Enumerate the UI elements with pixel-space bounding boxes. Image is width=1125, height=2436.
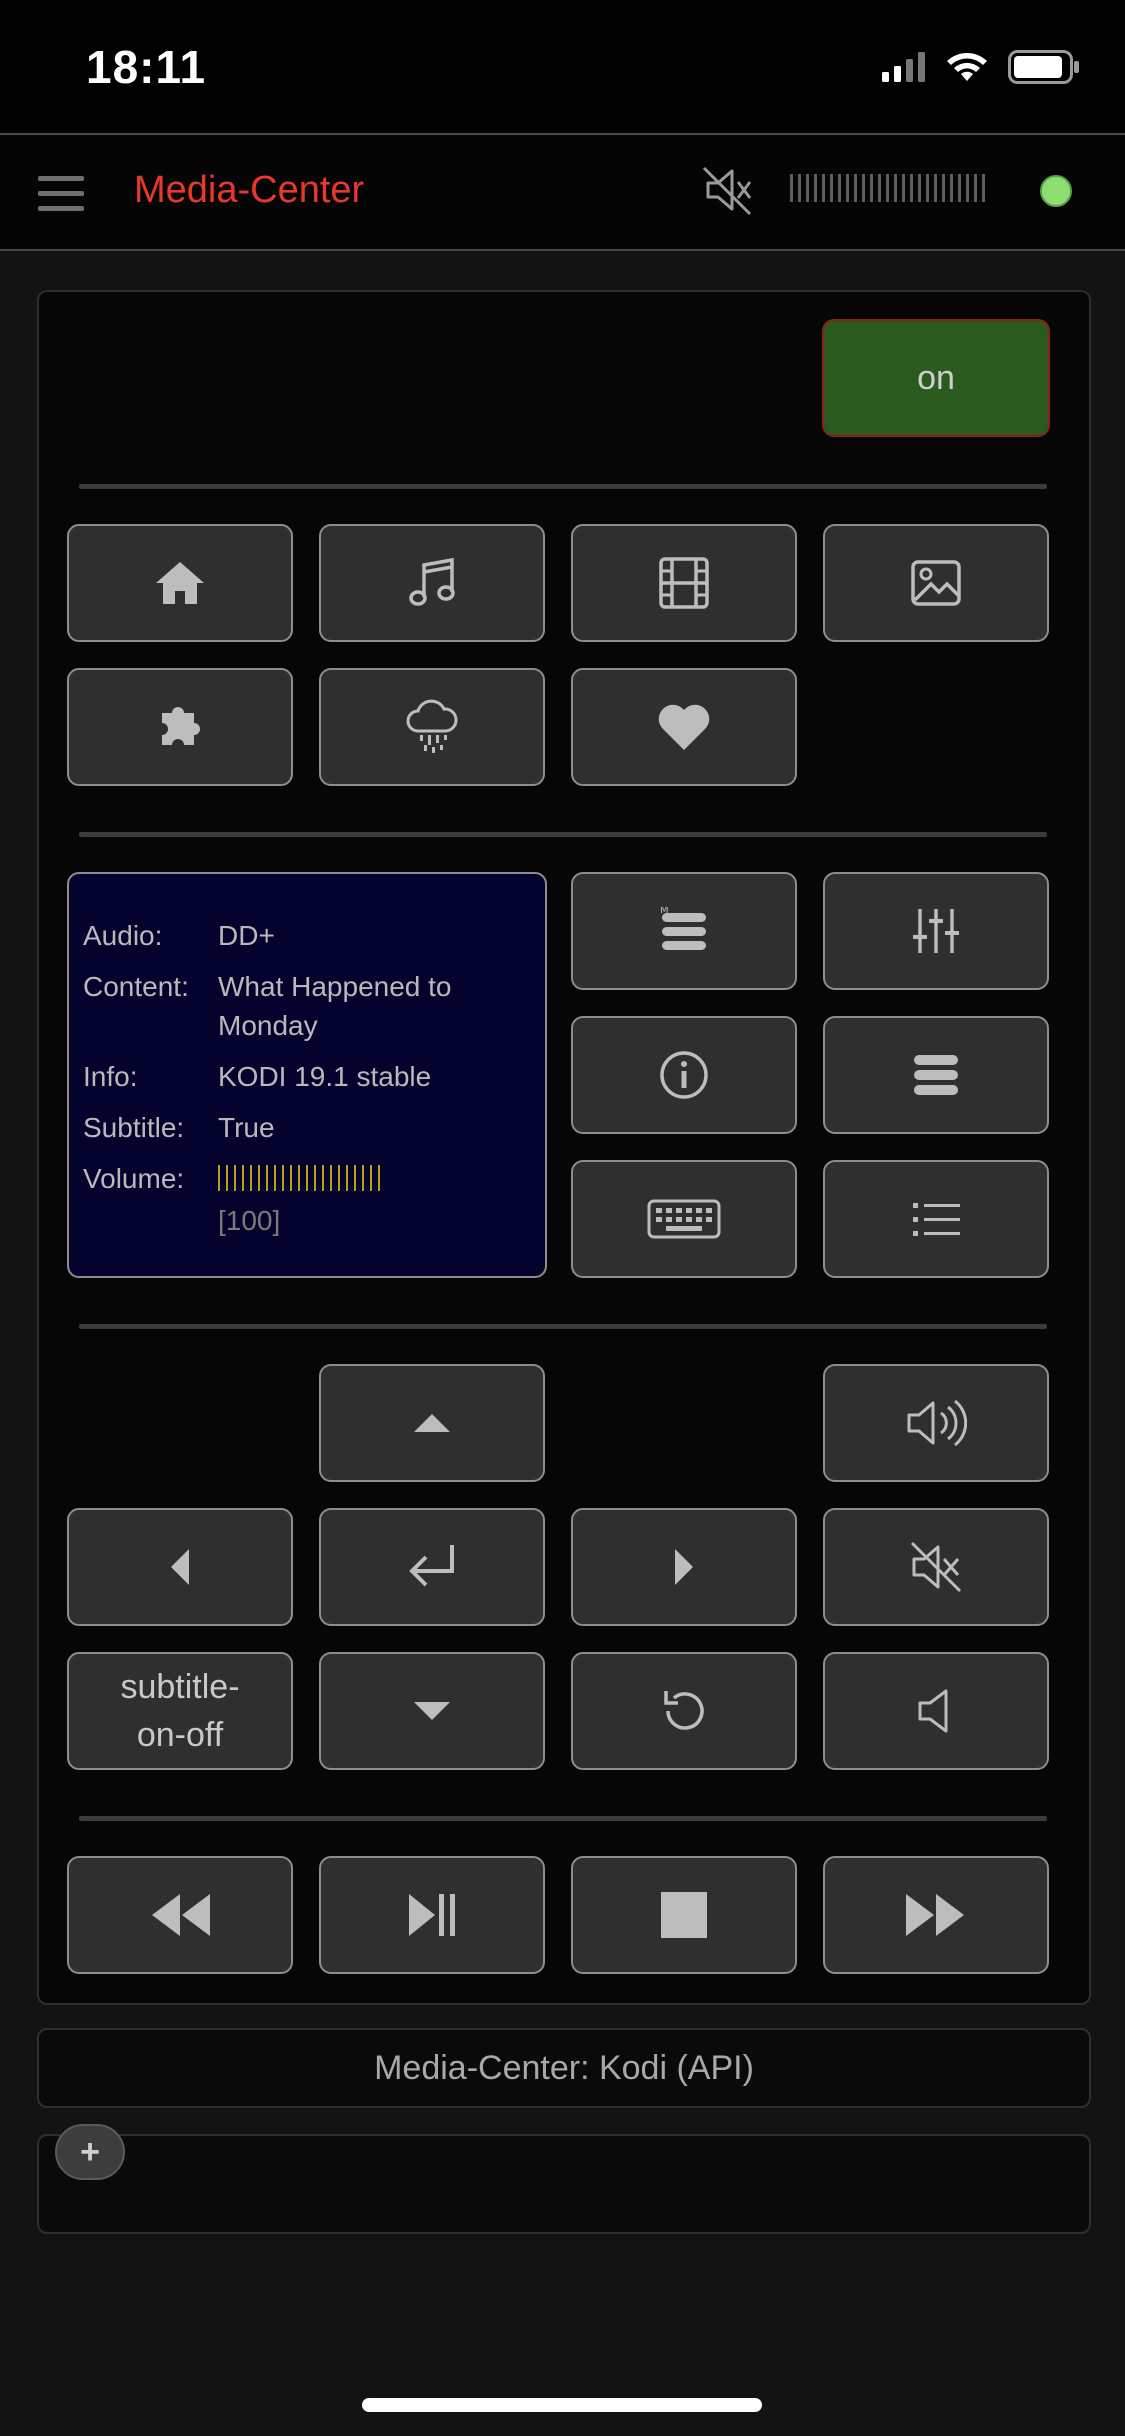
right-button[interactable] (571, 1508, 797, 1626)
down-button[interactable] (319, 1652, 545, 1770)
film-icon (659, 557, 709, 609)
image-icon (911, 560, 961, 606)
info-volume-value-wrap: [100] (218, 1159, 531, 1240)
power-button[interactable]: on (822, 319, 1050, 437)
info-volume-label: Volume: (83, 1163, 185, 1194)
stop-button[interactable] (571, 1856, 797, 1974)
status-time: 18:11 (86, 41, 207, 93)
fast-forward-button[interactable] (823, 1856, 1049, 1974)
arrow-left-icon (171, 1549, 189, 1585)
info-content-label: Content: (83, 971, 189, 1002)
info-info-label: Info: (83, 1061, 138, 1092)
info-content-value: What Happened to Monday (218, 971, 452, 1041)
weather-button[interactable] (319, 668, 545, 786)
divider (79, 832, 1047, 837)
info-button[interactable] (571, 1016, 797, 1134)
now-playing-info: Audio: DD+ Content: What Happened to Mon… (67, 872, 547, 1278)
osd-button[interactable] (823, 1016, 1049, 1134)
favorites-button[interactable] (571, 668, 797, 786)
info-subtitle-row: Subtitle: True (83, 1108, 531, 1147)
svg-text:M: M (660, 907, 669, 916)
info-info-value: KODI 19.1 stable (218, 1061, 432, 1092)
home-indicator[interactable] (362, 2398, 762, 2412)
movies-button[interactable] (571, 524, 797, 642)
arrow-down-icon (414, 1702, 450, 1720)
info-info-row: Info: KODI 19.1 stable (83, 1057, 531, 1096)
rewind-icon (152, 1894, 210, 1936)
divider (79, 1324, 1047, 1329)
mute-icon[interactable] (700, 162, 756, 218)
status-icons (882, 50, 1080, 84)
volume-level-bar (218, 1165, 383, 1191)
device-label: Media-Center: Kodi (API) (37, 2028, 1091, 2108)
keyboard-icon (647, 1199, 721, 1239)
info-audio-row: Audio: DD+ (83, 916, 531, 955)
battery-icon (1008, 50, 1079, 84)
add-panel: + (37, 2124, 1091, 2234)
add-button[interactable]: + (55, 2124, 125, 2180)
keyboard-button[interactable] (571, 1160, 797, 1278)
arrow-right-icon (675, 1549, 693, 1585)
status-bar: 18:11 (0, 0, 1125, 133)
divider (79, 1816, 1047, 1821)
info-subtitle-label: Subtitle: (83, 1112, 185, 1143)
back-button[interactable] (571, 1652, 797, 1770)
volume-down-icon (918, 1689, 948, 1733)
remote-panel: on Audio: DD+ Content: What Happened to … (37, 290, 1091, 2005)
stop-icon (661, 1892, 707, 1938)
home-icon (156, 562, 204, 604)
stack-icon (914, 1055, 958, 1095)
header-volume-bar (790, 174, 990, 202)
info-audio-value: DD+ (218, 920, 275, 951)
play-pause-icon (409, 1894, 455, 1936)
volume-up-button[interactable] (823, 1364, 1049, 1482)
info-audio-label: Audio: (83, 920, 163, 951)
info-icon (660, 1051, 708, 1099)
fast-forward-icon (906, 1894, 964, 1936)
menu-icon[interactable] (38, 176, 84, 212)
left-button[interactable] (67, 1508, 293, 1626)
app-header: Media-Center (0, 133, 1125, 251)
enter-icon (409, 1545, 454, 1587)
subtitle-toggle-label: subtitle-on-off (120, 1668, 240, 1754)
divider (79, 484, 1047, 489)
settings-button[interactable] (823, 872, 1049, 990)
home-button[interactable] (67, 524, 293, 642)
rewind-button[interactable] (67, 1856, 293, 1974)
info-volume-row: Volume: [100] (83, 1159, 531, 1240)
undo-icon (664, 1691, 704, 1730)
arrow-up-icon (414, 1414, 450, 1432)
device-label-text: Media-Center: Kodi (API) (374, 2048, 754, 2087)
list-icon (913, 1203, 960, 1236)
enter-button[interactable] (319, 1508, 545, 1626)
context-menu-button[interactable]: M (571, 872, 797, 990)
volume-up-icon (907, 1399, 967, 1447)
volume-down-button[interactable] (823, 1652, 1049, 1770)
subtitle-toggle-button[interactable]: subtitle-on-off (67, 1652, 293, 1770)
mute-button[interactable] (823, 1508, 1049, 1626)
music-icon (409, 557, 455, 606)
connection-status-indicator (1040, 175, 1072, 207)
weather-icon (406, 699, 458, 753)
app-title: Media-Center (134, 169, 365, 211)
playlist-button[interactable] (823, 1160, 1049, 1278)
pictures-button[interactable] (823, 524, 1049, 642)
music-button[interactable] (319, 524, 545, 642)
addons-button[interactable] (67, 668, 293, 786)
info-subtitle-value: True (218, 1112, 275, 1143)
wifi-icon (947, 53, 987, 81)
info-volume-value: [100] (218, 1205, 281, 1236)
cellular-signal-icon (882, 52, 925, 82)
play-pause-button[interactable] (319, 1856, 545, 1974)
mute-icon (910, 1541, 962, 1593)
up-button[interactable] (319, 1364, 545, 1482)
puzzle-icon (162, 707, 200, 745)
heart-icon (658, 704, 710, 750)
menu-stack-icon: M (660, 907, 706, 950)
info-content-row: Content: What Happened to Monday (83, 967, 531, 1045)
sliders-icon (913, 909, 959, 953)
